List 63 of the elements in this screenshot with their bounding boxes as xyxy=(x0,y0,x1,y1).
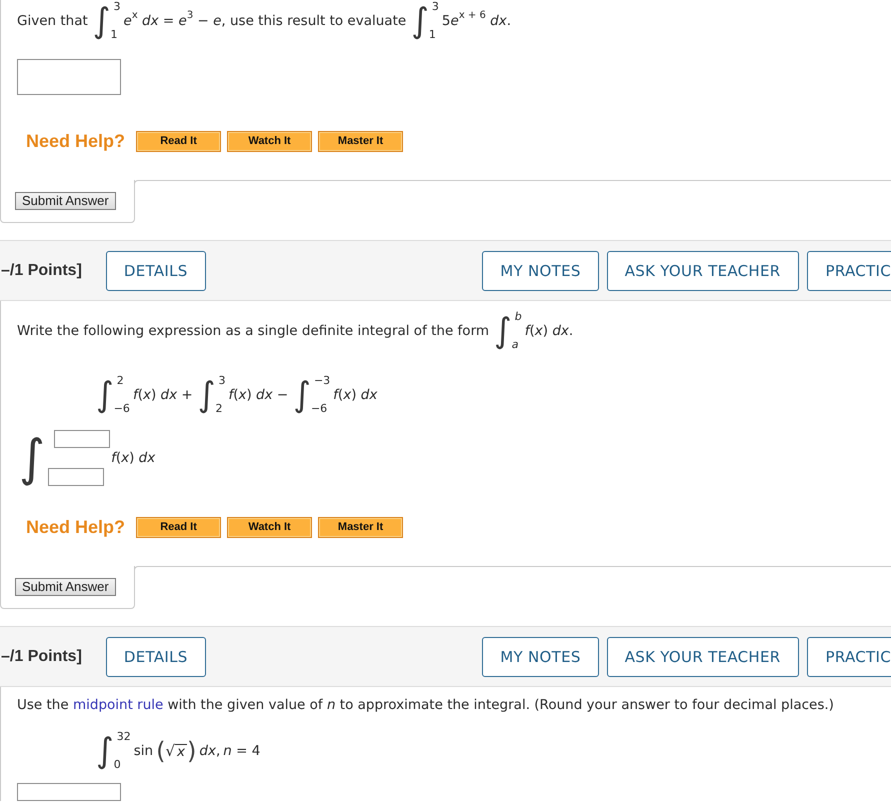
action-button[interactable]: PRACTIC xyxy=(806,250,891,290)
action-button[interactable]: ASK YOUR TEACHER xyxy=(606,636,798,676)
upper-limit: 3 xyxy=(432,1,439,13)
integral-sign: ∫ xyxy=(95,374,114,416)
question-text: Given that xyxy=(17,12,88,31)
details-button[interactable]: DETAILS xyxy=(106,636,206,676)
integral-sign: ∫ xyxy=(292,374,312,416)
integral-sign: ∫ xyxy=(18,428,46,488)
math-expression: f(x) dx + xyxy=(132,386,193,405)
lower-limit: −6 xyxy=(114,403,130,415)
question-text: Write the following expression as a single definite integral of the form xyxy=(17,322,490,341)
upper-limit: 3 xyxy=(114,1,120,13)
lower-limit: 1 xyxy=(428,29,436,41)
answer-field[interactable] xyxy=(17,59,121,95)
question-text: Use the midpoint rule with the given value of n to approximate the integral. (Round your answer to four decimal places.) xyxy=(17,696,834,715)
upper-limit: 32 xyxy=(116,731,131,743)
math-expression: f(x) dx − xyxy=(228,386,288,405)
need-help-label: Need Help? xyxy=(26,130,126,152)
help-button[interactable]: Read It xyxy=(136,516,222,538)
help-button[interactable]: Watch It xyxy=(227,130,312,152)
text-link[interactable]: midpoint rule xyxy=(72,697,164,713)
math-expression: f(x) dx xyxy=(111,450,156,466)
math-expression: n = 4 xyxy=(223,742,260,761)
answer-field[interactable] xyxy=(17,783,121,801)
points-label: –/1 Points] xyxy=(0,262,82,280)
help-button[interactable]: Read It xyxy=(136,130,222,152)
math-expression: dx, xyxy=(199,742,220,761)
upper-limit: 3 xyxy=(218,375,226,387)
question-text: e$^{x}$ dx = e$^{3}$ − e, use this result to evaluate xyxy=(124,11,406,31)
upper-limit: 2 xyxy=(116,375,124,387)
action-button[interactable]: MY NOTES xyxy=(482,636,599,676)
lower-limit: −6 xyxy=(310,403,328,415)
help-button[interactable]: Master It xyxy=(318,130,404,152)
math-expression: f(x) dx xyxy=(333,386,378,405)
integral-sign: ∫ xyxy=(410,0,430,42)
help-button[interactable]: Master It xyxy=(318,516,404,538)
parenthesis: ) xyxy=(187,737,196,765)
submit-answer-button[interactable]: Submit Answer xyxy=(15,192,116,210)
lower-limit: 1 xyxy=(110,29,118,41)
action-button[interactable]: PRACTIC xyxy=(806,636,891,676)
lower-limit-field[interactable] xyxy=(48,468,104,486)
lower-limit: a xyxy=(512,339,519,351)
integral-sign: ∫ xyxy=(92,0,112,42)
integral-sign: ∫ xyxy=(95,730,114,772)
upper-limit: b xyxy=(514,311,522,323)
action-button[interactable]: ASK YOUR TEACHER xyxy=(606,250,798,290)
question-text: 5e$^{x + 6}$ dx. xyxy=(442,11,511,31)
need-help-label: Need Help? xyxy=(26,516,126,538)
submit-answer-button[interactable]: Submit Answer xyxy=(15,578,116,596)
lower-limit: 0 xyxy=(114,759,121,771)
details-button[interactable]: DETAILS xyxy=(106,250,206,290)
lower-limit: 2 xyxy=(215,403,222,415)
math-expression: sin xyxy=(134,742,154,761)
question-text: f(x) dx. xyxy=(524,322,574,341)
help-button[interactable]: Watch It xyxy=(227,516,312,538)
square-root-sign: √ xyxy=(165,742,175,760)
upper-limit-field[interactable] xyxy=(54,430,110,448)
upper-limit: −3 xyxy=(314,375,330,387)
action-button[interactable]: MY NOTES xyxy=(482,250,599,290)
points-label: –/1 Points] xyxy=(0,648,82,666)
radicand: x xyxy=(175,744,187,760)
integral-sign: ∫ xyxy=(196,374,216,416)
parenthesis: ( xyxy=(156,737,166,765)
